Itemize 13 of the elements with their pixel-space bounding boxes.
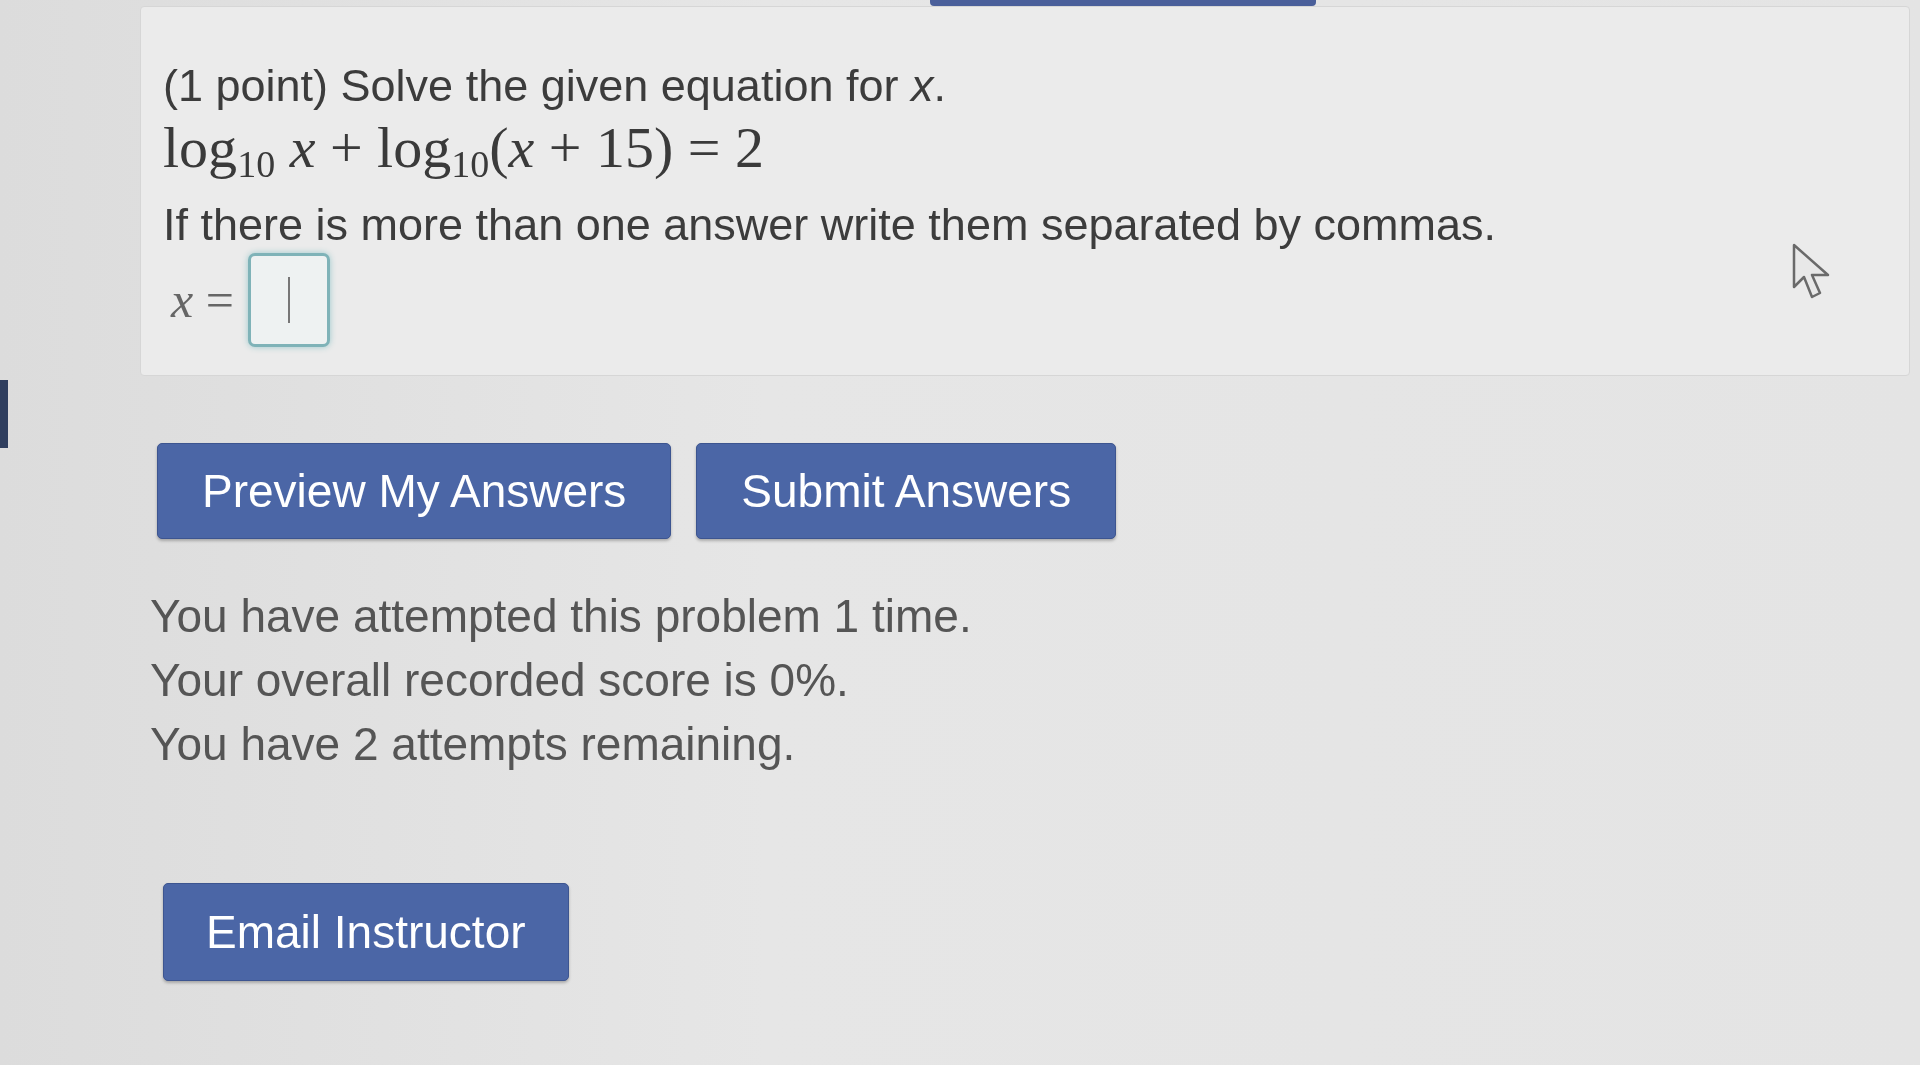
problem-statement: (1 point) Solve the given equation for x. (163, 59, 946, 113)
attempt-status-text: You have attempted this problem 1 time. (150, 589, 972, 644)
attempt-status-text: Your overall recorded score is 0%. (150, 653, 849, 708)
edge-bar (0, 380, 8, 448)
instruction-text: If there is more than one answer write them separated by commas. (163, 198, 1497, 252)
preview-answers-button[interactable]: Preview My Answers (157, 443, 672, 539)
attempt-status-text: You have 2 attempts remaining. (150, 717, 796, 772)
answer-field[interactable] (247, 253, 330, 347)
equation: log$_{10}$ x + log$_{10}$(x + 15) = 2 (163, 114, 764, 183)
submit-answers-button[interactable]: Submit Answers (696, 443, 1117, 539)
email-instructor-button[interactable]: Email Instructor (163, 883, 569, 981)
answer-label: x = (171, 270, 234, 330)
text-caret-icon (287, 277, 290, 323)
